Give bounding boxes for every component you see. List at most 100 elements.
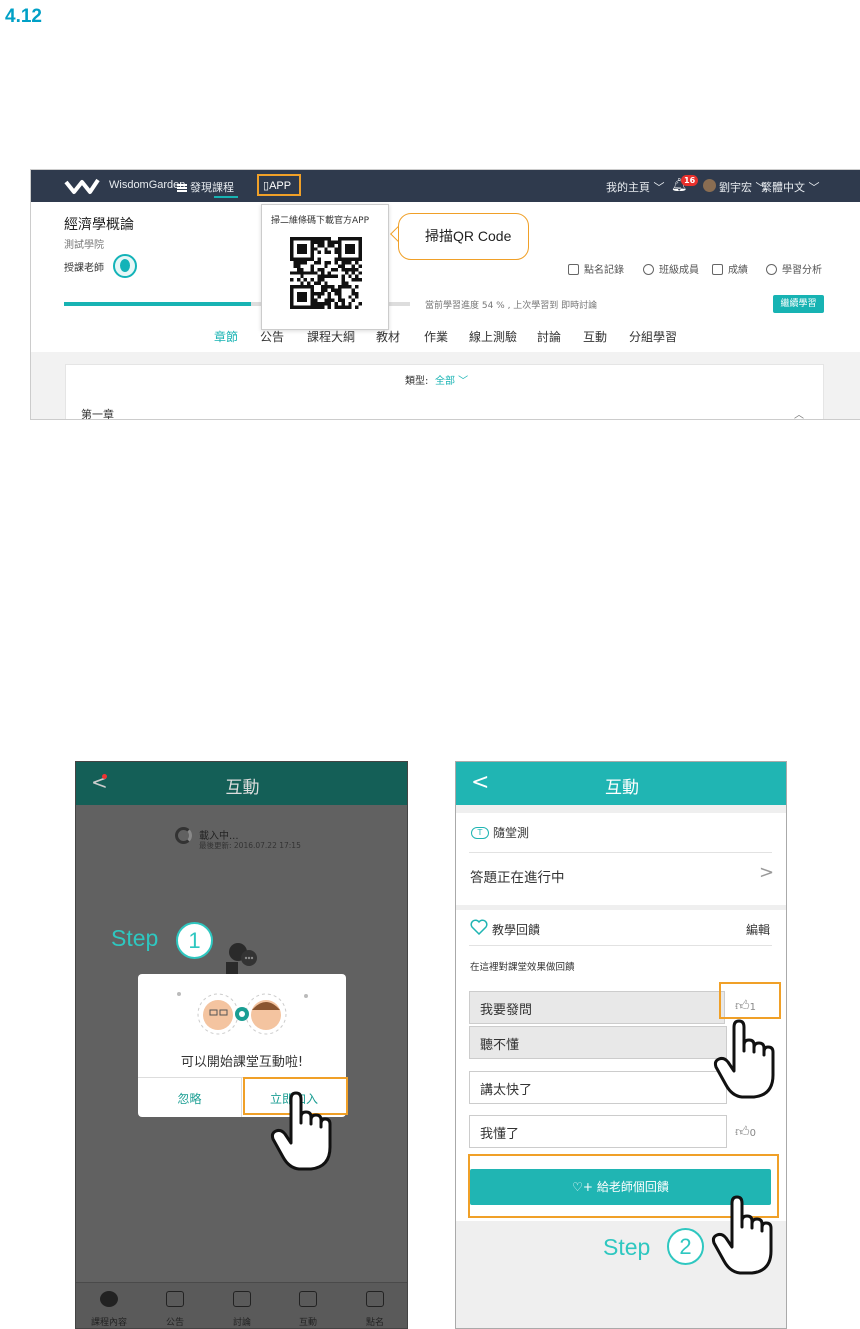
feedback-option-ask-question[interactable]: 我要發問: [469, 991, 725, 1024]
tab-0[interactable]: 章節: [214, 328, 238, 345]
thumbs-up-icon[interactable]: 👍︎0: [735, 1123, 756, 1140]
scan-qr-callout: 掃描QR Code: [398, 213, 529, 260]
tab-label: 互動: [298, 1318, 317, 1328]
user-avatar[interactable]: [703, 179, 716, 192]
tab-7[interactable]: 互動: [583, 328, 607, 345]
members-icon: [643, 264, 654, 275]
nav-app-button[interactable]: ▯APP: [257, 174, 301, 196]
like-count: 0: [749, 1128, 757, 1139]
tab-label: 公告: [165, 1318, 184, 1328]
tool-label: 點名記錄: [584, 265, 624, 276]
step-number-badge: 2: [667, 1228, 704, 1265]
tool-label: 學習分析: [782, 265, 822, 276]
pointing-hand-icon: [711, 1195, 773, 1275]
phone1-title: 互動: [225, 778, 260, 798]
chevron-up-icon[interactable]: ︿: [794, 406, 804, 419]
list-icon: [568, 264, 579, 275]
feedback-option-too-fast[interactable]: 講太快了: [469, 1071, 727, 1104]
divider: [469, 945, 772, 946]
pointing-hand-icon: [713, 1019, 775, 1099]
tool-label: 班級成員: [659, 265, 699, 276]
progress-text: 當前學習進度 54 % , 上次學習到 即時討論: [425, 301, 598, 311]
tab-roll-call[interactable]: 點名: [342, 1283, 407, 1328]
tab-label: 點名: [365, 1318, 384, 1328]
tab-1[interactable]: 公告: [260, 328, 284, 345]
section-number: 4.12: [5, 6, 42, 27]
qr-code-popup: 掃二維條碼下載官方APP: [261, 204, 389, 330]
wisdomgarden-logo-icon[interactable]: [64, 174, 104, 198]
teacher-avatar[interactable]: [113, 254, 137, 278]
tab-8[interactable]: 分組學習: [629, 328, 677, 345]
feedback-option-understood[interactable]: 我懂了: [469, 1115, 727, 1148]
course-content-icon: [100, 1291, 118, 1307]
trophy-icon: [712, 264, 723, 275]
chevron-right-icon[interactable]: >: [759, 862, 774, 883]
quiz-label: 隨堂測: [493, 826, 530, 840]
web-course-page: WisdomGarden 發現課程 ▯APP 我的主頁 ﹀ 🔔︎ 16 劉宇宏 …: [30, 169, 860, 420]
tab-label: 討論: [232, 1318, 251, 1328]
last-updated-text: 最後更新: 2016.07.22 17:15: [199, 841, 301, 850]
course-tabs: 章節 公告 課程大綱 教材 作業 線上測驗 討論 互動 分組學習: [31, 324, 860, 352]
phone2-header: < 互動: [456, 762, 786, 805]
step-label: Step: [111, 925, 159, 951]
chapter-title[interactable]: 第一章: [81, 406, 114, 419]
divider: [469, 852, 772, 853]
teacher-label: 授課老師: [64, 263, 104, 274]
continue-learning-button[interactable]: 繼續學習: [773, 295, 824, 313]
tab-2[interactable]: 課程大綱: [307, 328, 355, 345]
college-name: 測試學院: [64, 240, 104, 251]
heart-icon: [470, 919, 488, 935]
tab-4[interactable]: 作業: [424, 328, 448, 345]
tab-announcements[interactable]: 公告: [142, 1283, 208, 1328]
tab-label: 課程內容: [90, 1318, 127, 1328]
feedback-option-dont-understand[interactable]: 聽不懂: [469, 1026, 727, 1059]
phone1-header: < 互動: [76, 762, 407, 805]
nav-my-home[interactable]: 我的主頁 ﹀: [606, 179, 665, 195]
tab-course-content[interactable]: 課程內容: [76, 1283, 142, 1328]
qr-caption: 掃二維條碼下載官方APP: [271, 216, 370, 226]
course-title: 經濟學概論: [64, 217, 134, 233]
class-members-link[interactable]: 班級成員: [643, 261, 699, 276]
quiz-icon: T: [471, 827, 489, 839]
language-selector[interactable]: 繁體中文 ﹀: [761, 179, 820, 195]
grades-link[interactable]: 成績: [712, 261, 748, 276]
chat-people-icon: [226, 943, 257, 974]
tab-interaction[interactable]: 互動: [275, 1283, 341, 1328]
phone2-title: 互動: [605, 778, 639, 798]
brand-name[interactable]: WisdomGarden: [109, 179, 185, 191]
edit-button[interactable]: 編輯: [746, 921, 770, 938]
pointing-hand-icon: [270, 1091, 332, 1171]
learning-analysis-link[interactable]: 學習分析: [766, 261, 822, 276]
top-navigation-bar: WisdomGarden 發現課程 ▯APP 我的主頁 ﹀ 🔔︎ 16 劉宇宏 …: [31, 170, 860, 202]
step-label: Step: [603, 1234, 651, 1260]
bottom-tab-bar: 課程內容 公告 討論 互動 點名: [76, 1282, 407, 1328]
tab-discussion[interactable]: 討論: [209, 1283, 275, 1328]
type-filter-label: 類型:: [405, 376, 429, 387]
tool-label: 成績: [728, 265, 748, 276]
menu-icon: [177, 184, 187, 192]
phone-interaction-screen: < 互動 載入中... 最後更新: 2016.07.22 17:15 可以開始課…: [75, 761, 408, 1329]
teaching-feedback-label: 教學回饋: [492, 923, 541, 937]
nav-user-menu[interactable]: 劉宇宏 ﹀: [719, 179, 767, 195]
tab-3[interactable]: 教材: [376, 328, 400, 345]
feedback-hint: 在這裡對課堂效果做回饋: [470, 962, 575, 973]
quiz-in-progress-row[interactable]: 答題正在進行中: [470, 866, 565, 886]
nav-discover-label: 發現課程: [190, 181, 234, 194]
qr-code-icon: [290, 237, 362, 309]
speaker-icon: [166, 1291, 184, 1307]
loading-spinner-icon: [175, 827, 192, 844]
type-filter-select[interactable]: 全部 ﹀: [435, 372, 468, 387]
ignore-button[interactable]: 忽略: [138, 1090, 241, 1107]
roll-call-icon: [366, 1291, 384, 1307]
progress-fill: [64, 302, 251, 306]
tab-5[interactable]: 線上測驗: [469, 328, 517, 345]
nav-discover-courses[interactable]: 發現課程: [177, 179, 234, 195]
attendance-record-link[interactable]: 點名記錄: [568, 261, 624, 276]
step-number-badge: 1: [176, 922, 213, 959]
tab-6[interactable]: 討論: [537, 328, 561, 345]
chat-bubble-icon: [233, 1291, 251, 1307]
dialog-message: 可以開始課堂互動啦!: [180, 1055, 304, 1070]
notification-badge: 16: [681, 175, 699, 186]
nav-app-label: APP: [269, 180, 292, 192]
like-highlight: [719, 982, 781, 1019]
